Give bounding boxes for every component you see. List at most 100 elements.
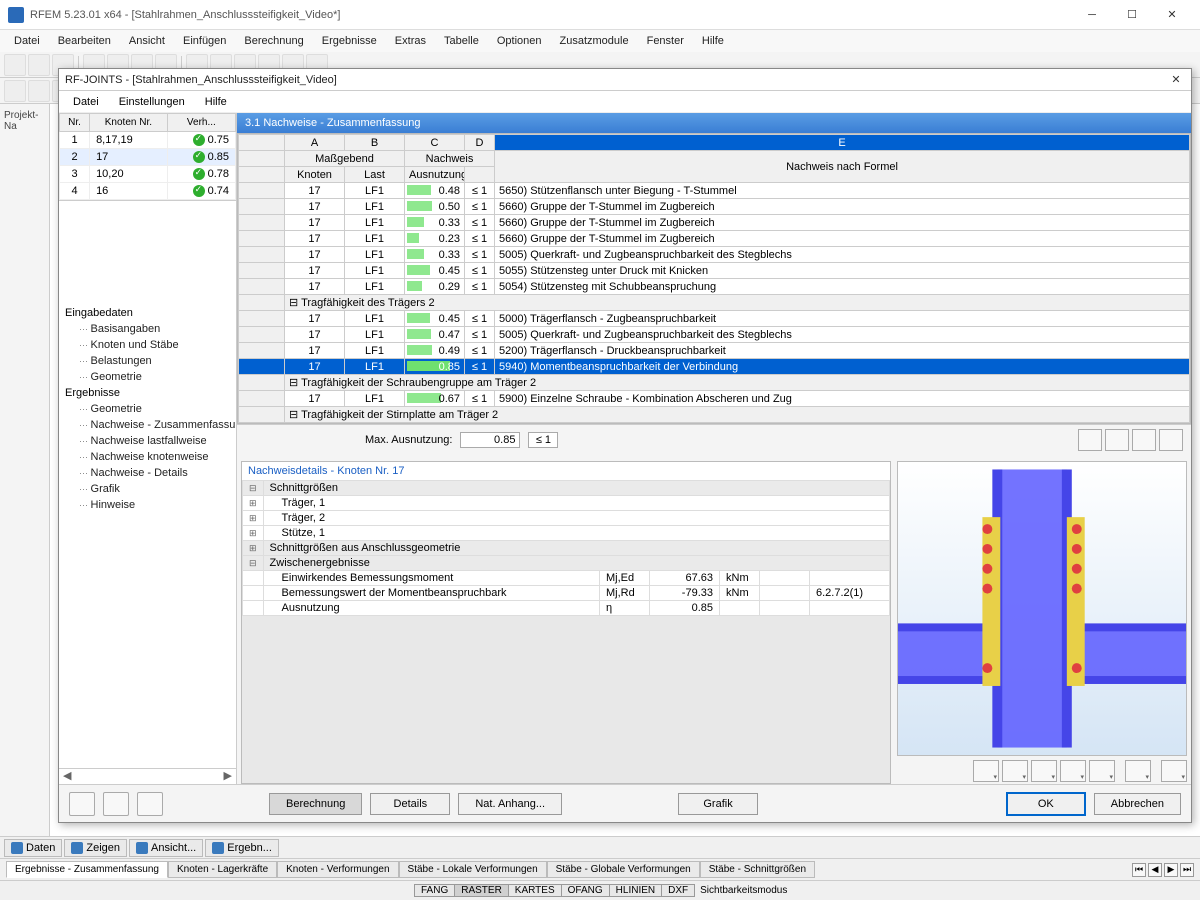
- tab-nav-last[interactable]: ⏭: [1180, 863, 1194, 877]
- export-button[interactable]: [1159, 429, 1183, 451]
- navigation-tree[interactable]: EingabedatenBasisangabenKnoten und Stäbe…: [59, 301, 236, 768]
- tab-ergebnisse-zusammenfassung[interactable]: Ergebnisse - Zusammenfassung: [6, 861, 168, 878]
- design-row[interactable]: 17LF10.45≤ 15055) Stützensteg unter Druc…: [239, 263, 1190, 279]
- tree-section[interactable]: Ergebnisse: [59, 385, 236, 401]
- tab-zeigen[interactable]: Zeigen: [64, 839, 127, 857]
- design-row[interactable]: ⊟ Tragfähigkeit der Schraubengruppe am T…: [239, 375, 1190, 391]
- case-row[interactable]: 4160.74: [60, 183, 236, 200]
- menu-einfuegen[interactable]: Einfügen: [175, 33, 234, 49]
- tree-item[interactable]: Nachweise knotenweise: [59, 449, 236, 465]
- status-fang[interactable]: FANG: [414, 884, 455, 897]
- close-button[interactable]: ✕: [1152, 1, 1192, 29]
- tab-staebe-schnittgroessen[interactable]: Stäbe - Schnittgrößen: [700, 861, 815, 878]
- status-kartes[interactable]: KARTES: [508, 884, 562, 897]
- help-button[interactable]: [69, 792, 95, 816]
- tab-staebe-lokale[interactable]: Stäbe - Lokale Verformungen: [399, 861, 547, 878]
- minimize-button[interactable]: ─: [1072, 1, 1112, 29]
- view-z-button[interactable]: [1031, 760, 1057, 782]
- details-row[interactable]: ⊞Träger, 1: [243, 496, 890, 511]
- menu-datei[interactable]: Datei: [6, 33, 48, 49]
- status-dxf[interactable]: DXF: [661, 884, 695, 897]
- chart-button[interactable]: [1132, 429, 1156, 451]
- toolbar-button[interactable]: [28, 54, 50, 76]
- menu-extras[interactable]: Extras: [387, 33, 434, 49]
- details-table[interactable]: Nachweisdetails - Knoten Nr. 17 ⊟Schnitt…: [241, 461, 891, 784]
- tab-knoten-verformungen[interactable]: Knoten - Verformungen: [277, 861, 398, 878]
- import-button[interactable]: [103, 792, 129, 816]
- scroll-left-icon[interactable]: ◀: [63, 769, 71, 784]
- design-row[interactable]: 17LF10.48≤ 15650) Stützenflansch unter B…: [239, 183, 1190, 199]
- dialog-menu-einstellungen[interactable]: Einstellungen: [111, 94, 193, 110]
- tab-staebe-globale[interactable]: Stäbe - Globale Verformungen: [547, 861, 700, 878]
- details-row[interactable]: ⊟Schnittgrößen: [243, 481, 890, 496]
- menu-fenster[interactable]: Fenster: [639, 33, 692, 49]
- dialog-menu-datei[interactable]: Datei: [65, 94, 107, 110]
- design-row[interactable]: 17LF10.33≤ 15660) Gruppe der T-Stummel i…: [239, 215, 1190, 231]
- tree-item[interactable]: Knoten und Stäbe: [59, 337, 236, 353]
- tree-item[interactable]: Belastungen: [59, 353, 236, 369]
- status-ofang[interactable]: OFANG: [561, 884, 610, 897]
- design-row[interactable]: 17LF10.45≤ 15000) Trägerflansch - Zugbea…: [239, 311, 1190, 327]
- case-row[interactable]: 2170.85: [60, 149, 236, 166]
- tab-ergebnisse[interactable]: Ergebn...: [205, 839, 279, 857]
- maximize-button[interactable]: ☐: [1112, 1, 1152, 29]
- tab-nav-next[interactable]: ▶: [1164, 863, 1178, 877]
- view-print-button[interactable]: [1161, 760, 1187, 782]
- view-y-button[interactable]: [1002, 760, 1028, 782]
- tree-item[interactable]: Basisangaben: [59, 321, 236, 337]
- menu-ergebnisse[interactable]: Ergebnisse: [314, 33, 385, 49]
- menu-ansicht[interactable]: Ansicht: [121, 33, 173, 49]
- tab-knoten-lagerkraefte[interactable]: Knoten - Lagerkräfte: [168, 861, 277, 878]
- view-zoom-button[interactable]: [1125, 760, 1151, 782]
- scroll-right-icon[interactable]: ▶: [224, 769, 232, 784]
- abbrechen-button[interactable]: Abbrechen: [1094, 793, 1181, 815]
- dialog-menu-hilfe[interactable]: Hilfe: [197, 94, 235, 110]
- tree-item[interactable]: Nachweise lastfallweise: [59, 433, 236, 449]
- details-row[interactable]: ⊞Träger, 2: [243, 511, 890, 526]
- details-row[interactable]: ⊟Zwischenergebnisse: [243, 556, 890, 571]
- toolbar-button[interactable]: [4, 54, 26, 76]
- design-row[interactable]: 17LF10.47≤ 15005) Querkraft- und Zugbean…: [239, 327, 1190, 343]
- tree-item[interactable]: Grafik: [59, 481, 236, 497]
- menu-optionen[interactable]: Optionen: [489, 33, 550, 49]
- details-row[interactable]: ⊞Schnittgrößen aus Anschlussgeometrie: [243, 541, 890, 556]
- details-row[interactable]: Ausnutzungη0.85: [243, 601, 890, 616]
- design-row[interactable]: 17LF10.33≤ 15005) Querkraft- und Zugbean…: [239, 247, 1190, 263]
- grafik-button[interactable]: Grafik: [678, 793, 758, 815]
- tab-daten[interactable]: Daten: [4, 839, 62, 857]
- view-eye-button[interactable]: [1078, 429, 1102, 451]
- design-row[interactable]: ⊟ Tragfähigkeit der Stirnplatte am Träge…: [239, 407, 1190, 423]
- details-row[interactable]: ⊞Stütze, 1: [243, 526, 890, 541]
- menu-berechnung[interactable]: Berechnung: [236, 33, 311, 49]
- tree-item[interactable]: Nachweise - Details: [59, 465, 236, 481]
- toolbar-button[interactable]: [28, 80, 50, 102]
- status-hlinien[interactable]: HLINIEN: [609, 884, 662, 897]
- design-table[interactable]: A B C D E Maßgebend Nachweis Nachweis na…: [237, 133, 1191, 424]
- tree-item[interactable]: Geometrie: [59, 369, 236, 385]
- details-row[interactable]: Einwirkendes BemessungsmomentMj,Ed67.63k…: [243, 571, 890, 586]
- design-row[interactable]: 17LF10.23≤ 15660) Gruppe der T-Stummel i…: [239, 231, 1190, 247]
- nat-anhang-button[interactable]: Nat. Anhang...: [458, 793, 562, 815]
- 3d-viewport[interactable]: [897, 461, 1187, 756]
- tab-nav-first[interactable]: ⏮: [1132, 863, 1146, 877]
- export-button[interactable]: [137, 792, 163, 816]
- filter-button[interactable]: [1105, 429, 1129, 451]
- berechnung-button[interactable]: Berechnung: [269, 793, 362, 815]
- status-raster[interactable]: RASTER: [454, 884, 509, 897]
- design-row[interactable]: 17LF10.49≤ 15200) Trägerflansch - Druckb…: [239, 343, 1190, 359]
- col-nr[interactable]: Nr.: [60, 114, 90, 132]
- col-verh[interactable]: Verh...: [167, 114, 235, 132]
- tree-section[interactable]: Eingabedaten: [59, 305, 236, 321]
- view-iso-button[interactable]: [1060, 760, 1086, 782]
- view-render-button[interactable]: [1089, 760, 1115, 782]
- design-row[interactable]: 17LF10.67≤ 15900) Einzelne Schraube - Ko…: [239, 391, 1190, 407]
- toolbar-button[interactable]: [4, 80, 26, 102]
- tab-ansicht[interactable]: Ansicht...: [129, 839, 203, 857]
- design-row[interactable]: 17LF10.85≤ 15940) Momentbeanspruchbarkei…: [239, 359, 1190, 375]
- tab-nav-prev[interactable]: ◀: [1148, 863, 1162, 877]
- case-grid[interactable]: Nr. Knoten Nr. Verh... 18,17,190.752170.…: [59, 113, 236, 201]
- menu-bearbeiten[interactable]: Bearbeiten: [50, 33, 119, 49]
- ok-button[interactable]: OK: [1006, 792, 1086, 816]
- dialog-close-button[interactable]: ✕: [1167, 71, 1185, 89]
- status-sichtbarkeit[interactable]: Sichtbarkeitsmodus: [694, 885, 793, 896]
